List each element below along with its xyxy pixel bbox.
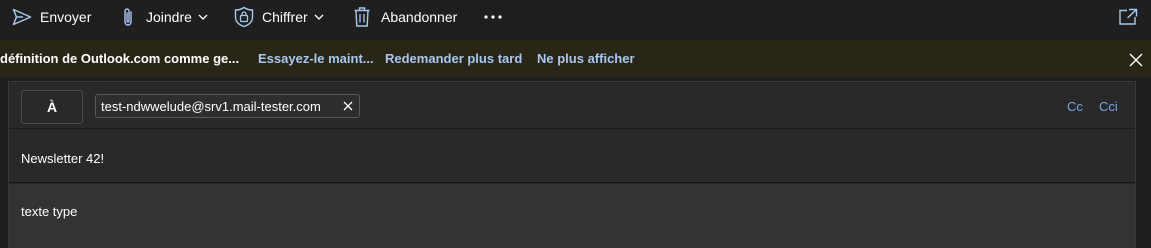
remove-recipient-icon[interactable] <box>343 101 353 111</box>
to-row: À test-ndwwelude@srv1.mail-tester.com Cc… <box>9 82 1135 129</box>
message-body[interactable]: texte type <box>9 184 1135 248</box>
subject-text: Newsletter 42! <box>21 151 105 166</box>
chevron-down-icon <box>198 14 208 20</box>
attach-button[interactable]: Joindre <box>122 0 208 34</box>
banner-message: définition de Outlook.com comme ge... <box>0 51 240 66</box>
discard-label: Abandonner <box>381 9 458 25</box>
subject-field[interactable]: Newsletter 42! <box>9 130 1135 183</box>
dont-show-link[interactable]: Ne plus afficher <box>537 51 635 66</box>
recipient-address: test-ndwwelude@srv1.mail-tester.com <box>101 98 321 114</box>
default-mail-banner: définition de Outlook.com comme ge... Es… <box>0 40 1151 77</box>
more-options-button[interactable] <box>484 0 502 34</box>
try-now-link[interactable]: Essayez-le maint... <box>258 51 374 66</box>
attach-label: Joindre <box>146 9 192 25</box>
compose-toolbar: Envoyer Joindre Chiffrer Abandonner <box>0 0 1151 34</box>
more-horizontal-icon <box>484 15 502 19</box>
send-button[interactable]: Envoyer <box>12 0 91 34</box>
close-icon[interactable] <box>1128 52 1144 68</box>
shield-lock-icon <box>234 6 254 28</box>
discard-button[interactable]: Abandonner <box>353 0 457 34</box>
pop-out-button[interactable] <box>1118 0 1138 34</box>
encrypt-label: Chiffrer <box>262 9 308 25</box>
encrypt-button[interactable]: Chiffrer <box>234 0 324 34</box>
cc-button[interactable]: Cc <box>1067 99 1083 114</box>
bcc-button[interactable]: Cci <box>1099 99 1118 114</box>
trash-icon <box>354 7 370 27</box>
paperclip-icon <box>124 8 132 26</box>
body-text: texte type <box>21 204 78 219</box>
ask-later-link[interactable]: Redemander plus tard <box>385 51 522 66</box>
to-button[interactable]: À <box>21 90 83 124</box>
send-icon <box>12 8 32 26</box>
compose-pane: À test-ndwwelude@srv1.mail-tester.com Cc… <box>8 81 1136 248</box>
send-label: Envoyer <box>40 9 92 25</box>
pop-out-icon <box>1119 8 1138 25</box>
chevron-down-icon <box>314 14 324 20</box>
recipient-chip[interactable]: test-ndwwelude@srv1.mail-tester.com <box>95 94 360 118</box>
